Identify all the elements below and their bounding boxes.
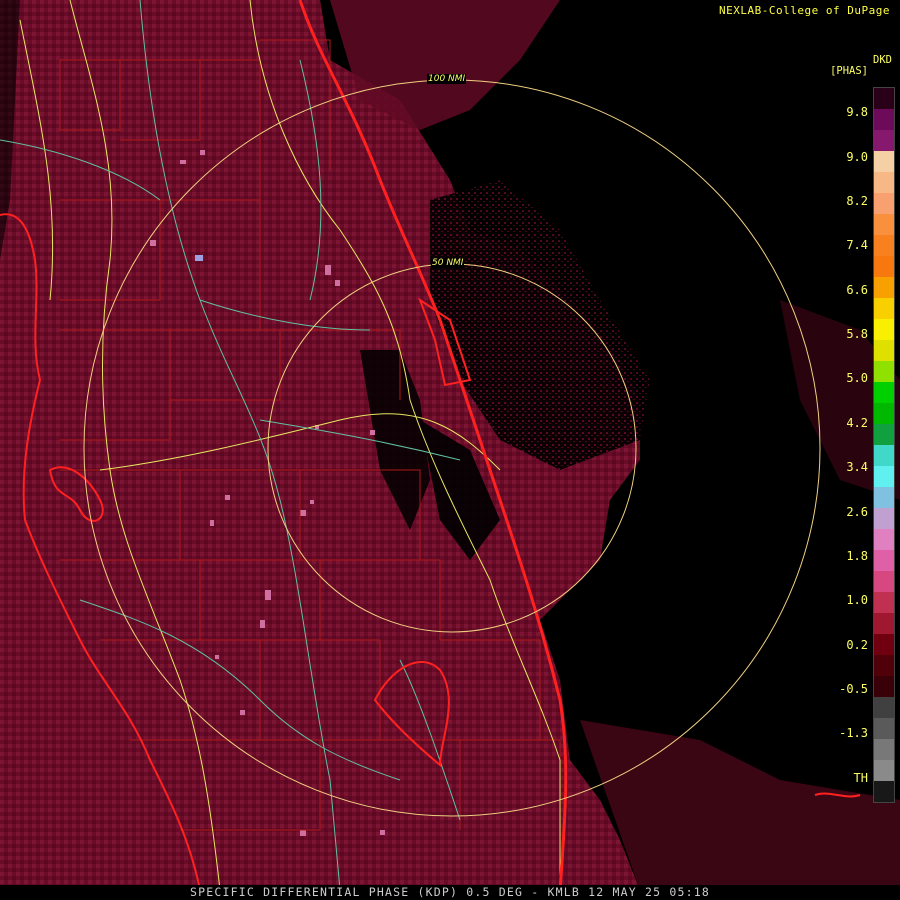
colorbar-segment (874, 592, 894, 613)
colorbar-segment (874, 298, 894, 319)
echo-field (0, 0, 900, 890)
legend-tick-label: 5.0 (846, 371, 868, 385)
colorbar-segment (874, 172, 894, 193)
legend-tick-label: 9.0 (846, 150, 868, 164)
colorbar-segment (874, 382, 894, 403)
colorbar-segment (874, 445, 894, 466)
colorbar-segment (874, 109, 894, 130)
colorbar-segment (874, 151, 894, 172)
legend-tick-labels: 9.8 9.0 8.2 7.4 6.6 5.8 5.0 4.2 3.4 2.6 1.8 1.0 0.2 -… (800, 0, 868, 900)
radar-map: 100 NMI 50 NMI NEXLAB-College of DuPage … (0, 0, 900, 900)
colorbar-segment (874, 655, 894, 676)
ring-label-100nmi: 100 NMI (427, 74, 467, 84)
legend-tick-label: -1.3 (839, 726, 868, 740)
legend-tick-label: 0.2 (846, 638, 868, 652)
colorbar-segment (874, 256, 894, 277)
colorbar-segment (874, 361, 894, 382)
legend-tick-label: 1.8 (846, 549, 868, 563)
colorbar-segment (874, 550, 894, 571)
legend-tick-label: 7.4 (846, 238, 868, 252)
colorbar-segment (874, 193, 894, 214)
colorbar-segment (874, 760, 894, 781)
colorbar-segment (874, 739, 894, 760)
colorbar-segment (874, 487, 894, 508)
legend-tick-label: 2.6 (846, 505, 868, 519)
colorbar-segment (874, 676, 894, 697)
legend-colorbar (873, 87, 895, 803)
colorbar-segment (874, 235, 894, 256)
ring-label-50nmi: 50 NMI (431, 258, 465, 268)
colorbar-segment (874, 130, 894, 151)
colorbar-segment (874, 214, 894, 235)
colorbar-segment (874, 340, 894, 361)
product-footer: SPECIFIC DIFFERENTIAL PHASE (KDP) 0.5 DE… (0, 885, 900, 899)
legend-tick-label: 4.2 (846, 416, 868, 430)
legend-tick-label: 5.8 (846, 327, 868, 341)
colorbar-segment (874, 634, 894, 655)
colorbar-segment (874, 88, 894, 109)
colorbar-segment (874, 424, 894, 445)
colorbar-segment (874, 697, 894, 718)
colorbar-segment (874, 508, 894, 529)
colorbar-segment (874, 781, 894, 802)
legend-tick-label: 9.8 (846, 105, 868, 119)
legend-tick-label: 6.6 (846, 283, 868, 297)
colorbar-segment (874, 403, 894, 424)
colorbar-segment (874, 277, 894, 298)
colorbar-segment (874, 718, 894, 739)
colorbar-segment (874, 613, 894, 634)
colorbar-segment (874, 571, 894, 592)
radar-image (0, 0, 900, 891)
legend-tick-label: 3.4 (846, 460, 868, 474)
legend-tick-label: -0.5 (839, 682, 868, 696)
colorbar-segment (874, 319, 894, 340)
legend-tick-label: 8.2 (846, 194, 868, 208)
legend-tick-label: 1.0 (846, 593, 868, 607)
colorbar-segment (874, 529, 894, 550)
colorbar-segment (874, 466, 894, 487)
legend-tick-label: TH (853, 771, 868, 785)
